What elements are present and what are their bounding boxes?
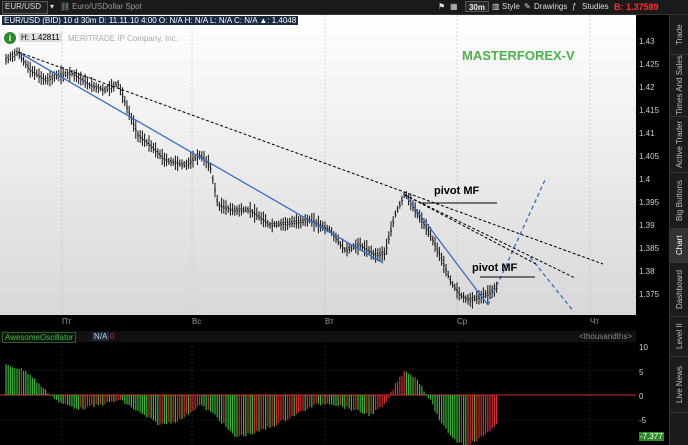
price-tick: 1.415 xyxy=(639,106,660,115)
oscillator-value: N/A xyxy=(92,332,110,341)
sidebar-item-dashboard[interactable]: Dashboard xyxy=(670,263,688,317)
oscillator-grid xyxy=(0,342,636,445)
sidebar-item-chart[interactable]: Chart xyxy=(670,229,688,263)
drawings-button[interactable]: Drawings xyxy=(534,2,567,12)
brand-label: MASTERFOREX-V xyxy=(462,48,575,63)
studies-icon[interactable]: ƒ xyxy=(572,2,576,12)
time-axis: Пт Вс Вт Ср Чт xyxy=(0,315,636,331)
pivot-label-1: pivot MF xyxy=(434,185,480,197)
osc-tick: 0 xyxy=(639,392,644,401)
sidebar-item-live-news[interactable]: Live News xyxy=(670,357,688,413)
price-tick: 1.43 xyxy=(639,37,655,46)
studies-button[interactable]: Studies xyxy=(582,2,609,12)
price-axis[interactable]: 1.43 1.425 1.42 1.415 1.41 1.405 1.4 1.3… xyxy=(636,15,669,315)
price-tick: 1.395 xyxy=(639,198,660,207)
osc-current-value: -7.377 xyxy=(639,432,664,441)
price-tick: 1.39 xyxy=(639,221,655,230)
price-tick: 1.42 xyxy=(639,83,655,92)
oscillator-bars xyxy=(5,363,498,445)
time-tick: Ср xyxy=(457,317,468,326)
dropdown-icon[interactable]: ▾ xyxy=(50,2,54,12)
pivot-label-2: pivot MF xyxy=(472,262,518,274)
sidebar-item-big-buttons[interactable]: Big Buttons xyxy=(670,173,688,229)
oscillator-flag: 0 xyxy=(110,332,115,341)
drawings-icon[interactable]: ✎ xyxy=(524,2,531,12)
bid-price: B: 1.37589 xyxy=(614,2,659,12)
sidebar-item-active-trader[interactable]: Active Trader xyxy=(670,117,688,173)
oscillator-axis: 10 5 0 -5 -7.377 xyxy=(636,331,669,445)
style-icon[interactable]: ▥ xyxy=(492,2,500,12)
symbol-description: Euro/USDollar Spot xyxy=(72,2,142,11)
osc-tick: -5 xyxy=(639,416,647,425)
osc-tick: 10 xyxy=(639,343,648,352)
time-tick: Вс xyxy=(192,317,202,326)
watermark: MERITRADE IP Company, Inc. xyxy=(68,34,178,43)
link-icon[interactable]: ⛓ xyxy=(60,2,70,12)
right-sidebar: Trade Times And Sales Active Trader Big … xyxy=(669,15,688,445)
time-tick: Вт xyxy=(325,317,334,326)
oscillator-header: AwesomeOscillator N/A 0 <thousandths> xyxy=(0,331,636,343)
price-tick: 1.375 xyxy=(639,290,660,299)
price-tick: 1.4 xyxy=(639,175,651,184)
sidebar-item-trade[interactable]: Trade xyxy=(670,15,688,55)
symbol-input[interactable]: EUR/USD xyxy=(5,2,41,12)
info-bar: EUR/USD (BID) 10 d 30m D: 11.11.10 4:00 … xyxy=(2,16,636,28)
price-tick: 1.405 xyxy=(639,152,660,161)
osc-tick: 5 xyxy=(639,368,644,377)
symbol-box[interactable]: EUR/USD xyxy=(2,1,48,14)
price-tick: 1.41 xyxy=(639,129,655,138)
sidebar-item-level-ii[interactable]: Level II xyxy=(670,317,688,357)
style-button[interactable]: Style xyxy=(502,2,520,12)
oscillator-chart[interactable] xyxy=(0,342,636,445)
flag-icon[interactable]: ⚑ xyxy=(438,2,445,12)
info-bar-text: EUR/USD (BID) 10 d 30m D: 11.11.10 4:00 … xyxy=(2,16,299,25)
price-tick: 1.38 xyxy=(639,267,655,276)
timeframe-button[interactable]: 30m xyxy=(465,1,489,12)
time-tick: Чт xyxy=(590,317,599,326)
time-tick: Пт xyxy=(62,317,72,326)
price-tick: 1.425 xyxy=(639,60,660,69)
hi-label: H: 1.42811 xyxy=(19,33,62,42)
sidebar-item-times-and-sales[interactable]: Times And Sales xyxy=(670,55,688,117)
info-icon[interactable]: i xyxy=(4,32,16,44)
price-tick: 1.385 xyxy=(639,244,660,253)
oscillator-units: <thousandths> xyxy=(579,332,632,341)
toolbar: EUR/USD ▾ ⛓ Euro/USDollar Spot ⚑ ▦ 30m ▥… xyxy=(0,0,688,15)
grid-icon[interactable]: ▦ xyxy=(450,2,458,12)
